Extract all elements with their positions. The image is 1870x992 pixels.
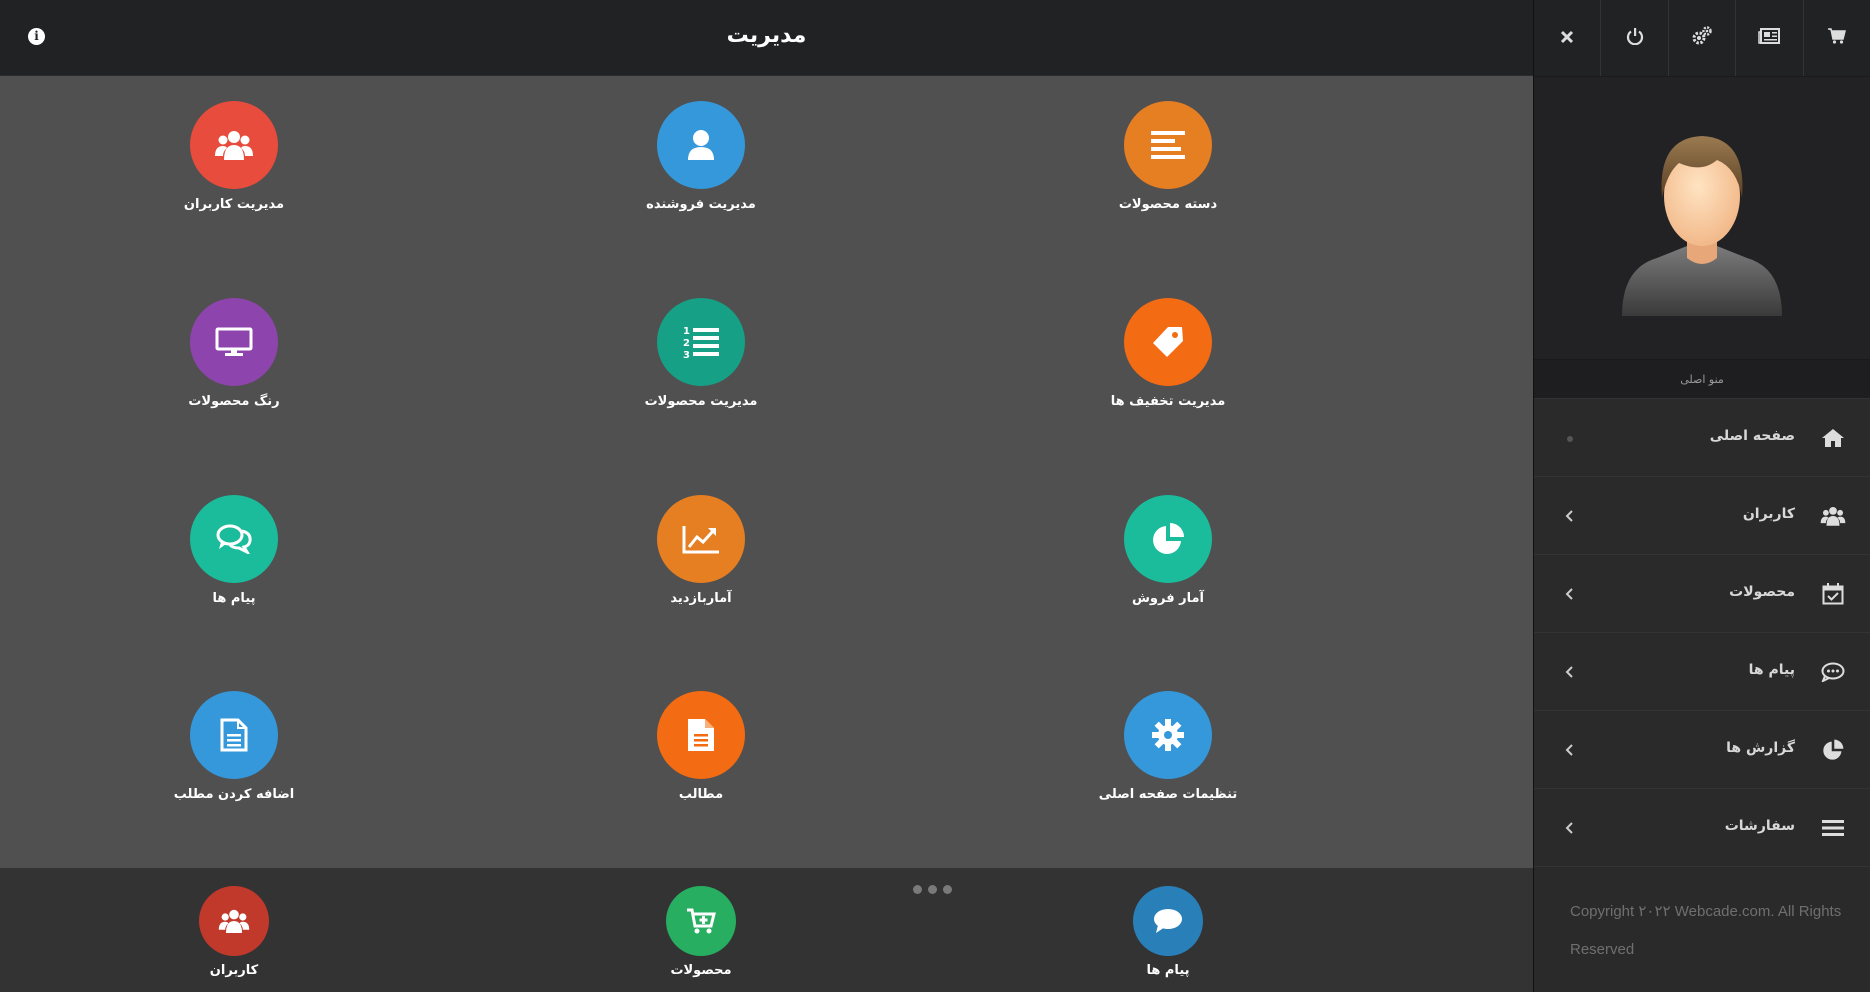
tile-discounts-management[interactable]: مدیریت تخفیف ها (1068, 298, 1268, 409)
chevron-left-icon (1564, 664, 1574, 678)
dock-users[interactable]: کاربران (134, 886, 334, 978)
bars-icon (1820, 816, 1846, 840)
active-dot-icon (1567, 436, 1573, 442)
tile-grid: مدیریت کاربران مدیریت فروشنده دسته محصول… (0, 76, 1533, 868)
tile-products-management[interactable]: 123 مدیریت محصولات (601, 298, 801, 409)
chevron-left-icon (1564, 742, 1574, 756)
dock-label: پیام ها (1146, 963, 1190, 978)
top-bar: i مدیریت (0, 0, 1533, 76)
tile-users-management[interactable]: مدیریت کاربران (134, 101, 334, 212)
dock-products[interactable]: محصولات (601, 886, 801, 978)
speech-bubble-icon (1133, 886, 1203, 956)
menu-caption: منو اصلی (1534, 360, 1870, 399)
tile-add-post[interactable]: اضافه کردن مطلب (134, 691, 334, 802)
tile-label: رنگ محصولات (188, 394, 280, 409)
tile-label: مدیریت محصولات (644, 394, 758, 409)
users-icon (1820, 504, 1846, 528)
tile-label: دسته محصولات (1118, 197, 1218, 212)
svg-text:2: 2 (683, 338, 690, 349)
dock-label: کاربران (209, 963, 259, 978)
tile-seller-management[interactable]: مدیریت فروشنده (601, 101, 801, 212)
tile-label: پیام ها (212, 591, 256, 606)
chevron-left-icon (1564, 820, 1574, 834)
power-button[interactable] (1601, 0, 1669, 76)
users-icon (190, 101, 278, 189)
sidebar-item-label: صفحه اصلی (1709, 428, 1795, 444)
sidebar-item-home[interactable]: صفحه اصلی (1534, 399, 1870, 477)
pager-dots[interactable] (913, 885, 952, 894)
user-icon (657, 101, 745, 189)
sidebar-item-label: پیام ها (1748, 662, 1795, 678)
gears-icon (1691, 26, 1713, 50)
bottom-dock: کاربران محصولات پیام ها (0, 868, 1533, 992)
cart-add-icon (666, 886, 736, 956)
sidebar-item-orders[interactable]: سفارشات (1534, 789, 1870, 867)
sidebar-item-label: کاربران (1742, 506, 1795, 522)
pager-dot[interactable] (928, 885, 937, 894)
tile-label: مدیریت کاربران (183, 197, 285, 212)
power-icon (1626, 27, 1644, 49)
line-chart-icon (657, 495, 745, 583)
sidebar: منو اصلی صفحه اصلی کاربران محصولات پیام … (1533, 0, 1870, 992)
tile-product-categories[interactable]: دسته محصولات (1068, 101, 1268, 212)
tile-messages[interactable]: پیام ها (134, 495, 334, 606)
document-filled-icon (657, 691, 745, 779)
tile-label: مدیریت فروشنده (646, 197, 756, 212)
pie-chart-icon (1124, 495, 1212, 583)
sidebar-item-messages[interactable]: پیام ها (1534, 633, 1870, 711)
home-icon (1820, 426, 1846, 450)
news-button[interactable] (1736, 0, 1804, 76)
tile-product-colors[interactable]: رنگ محصولات (134, 298, 334, 409)
monitor-icon (190, 298, 278, 386)
tile-label: مدیریت تخفیف ها (1110, 394, 1226, 409)
tile-label: آمار فروش (1131, 591, 1204, 606)
sidebar-item-label: گزارش ها (1726, 740, 1795, 756)
tag-icon (1124, 298, 1212, 386)
cart-button[interactable] (1804, 0, 1870, 76)
dock-messages[interactable]: پیام ها (1068, 886, 1268, 978)
tile-label: مطالب (678, 787, 724, 802)
align-icon (1124, 101, 1212, 189)
pie-chart-icon (1820, 738, 1846, 762)
newspaper-icon (1758, 28, 1781, 48)
chevron-left-icon (1564, 508, 1574, 522)
chevron-left-icon (1564, 586, 1574, 600)
pager-dot[interactable] (913, 885, 922, 894)
tile-sales-statistics[interactable]: آمار فروش (1068, 495, 1268, 606)
sidebar-item-label: سفارشات (1724, 818, 1795, 834)
tile-homepage-settings[interactable]: تنظیمات صفحه اصلی (1068, 691, 1268, 802)
svg-text:1: 1 (683, 326, 690, 337)
comment-dots-icon (1820, 660, 1846, 684)
tile-label: اضافه کردن مطلب (173, 787, 295, 802)
page-title: مدیریت (726, 23, 807, 48)
close-button[interactable] (1534, 0, 1602, 76)
sidebar-item-products[interactable]: محصولات (1534, 555, 1870, 633)
tile-visit-statistics[interactable]: آماربازدید (601, 495, 801, 606)
sidebar-item-users[interactable]: کاربران (1534, 477, 1870, 555)
tile-label: تنظیمات صفحه اصلی (1098, 787, 1238, 802)
users-icon (199, 886, 269, 956)
cart-icon (1827, 28, 1846, 48)
close-icon (1560, 29, 1574, 48)
svg-text:3: 3 (683, 350, 690, 359)
settings-button[interactable] (1669, 0, 1737, 76)
chat-icon (190, 495, 278, 583)
avatar (1534, 77, 1870, 360)
tile-posts[interactable]: مطالب (601, 691, 801, 802)
sidebar-item-reports[interactable]: گزارش ها (1534, 711, 1870, 789)
calendar-check-icon (1820, 582, 1846, 606)
gear-icon (1124, 691, 1212, 779)
sidebar-item-label: محصولات (1729, 584, 1795, 600)
pager-dot[interactable] (943, 885, 952, 894)
tile-label: آماربازدید (670, 591, 732, 606)
dock-label: محصولات (670, 963, 732, 978)
numbered-list-icon: 123 (657, 298, 745, 386)
copyright-text: Copyright ۲۰۲۲ Webcade.com. All Rights R… (1570, 903, 1842, 958)
sidebar-toolbar (1534, 0, 1870, 77)
document-icon (190, 691, 278, 779)
main-area: i مدیریت مدیریت کاربران مدیریت فروشنده د… (0, 0, 1533, 992)
